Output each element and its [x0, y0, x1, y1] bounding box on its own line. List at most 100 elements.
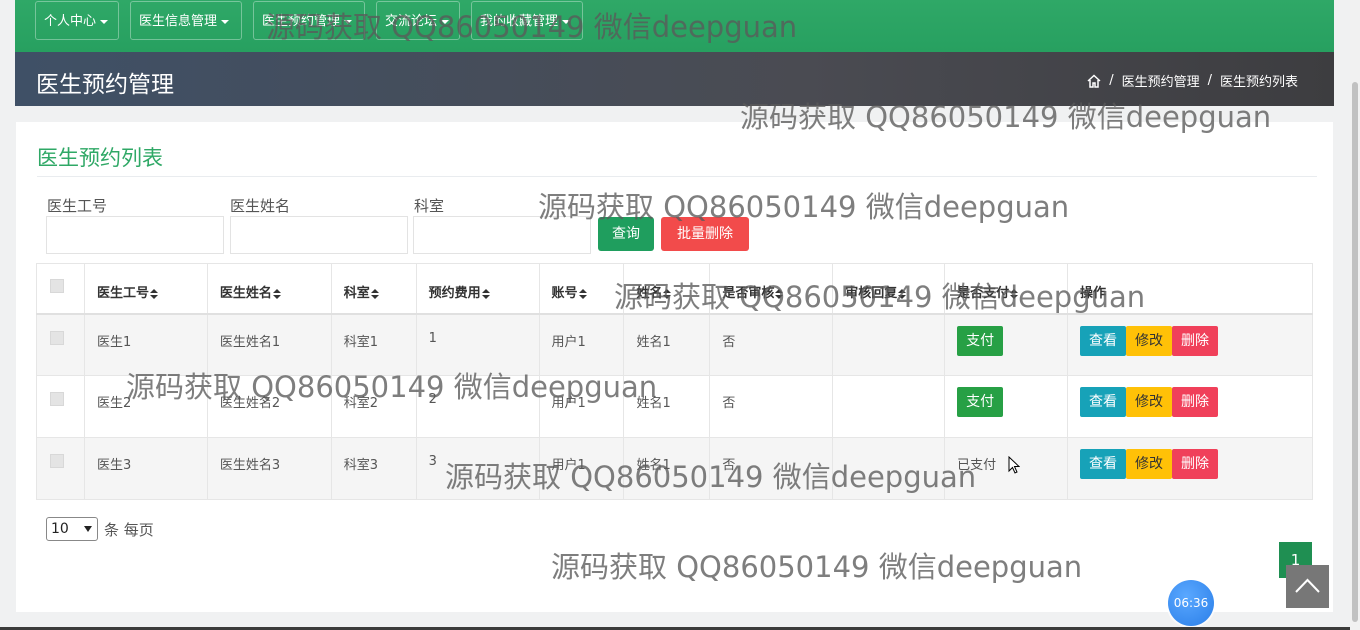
delete-button[interactable]: 删除 [1172, 325, 1219, 356]
cell-paid: 已支付 [944, 437, 1069, 500]
sort-icon [1010, 288, 1019, 299]
nav-item-doctor-info[interactable]: 医生信息管理 [130, 1, 242, 40]
cell-doctor-name: 医生姓名2 [206, 375, 332, 438]
breadcrumb-level2: 医生预约列表 [1219, 75, 1298, 90]
cell-doctor-name: 医生姓名3 [206, 437, 332, 500]
paid-status-text: 已支付 [957, 458, 997, 473]
row-select-cell [36, 313, 85, 376]
table-row: 医生3 医生姓名3 科室3 3 用户1 姓名1 否 已支付 查看 修改 删除 [36, 437, 1313, 500]
page-size-control: 10 条 每页 [46, 517, 154, 541]
cell-actions: 查看 修改 删除 [1067, 437, 1313, 500]
cell-reply [832, 437, 946, 500]
divider [37, 176, 1317, 177]
pay-button[interactable]: 支付 [957, 387, 1004, 417]
sort-icon [578, 288, 587, 299]
top-nav: 个人中心 医生信息管理 医生预约管理 交流论坛 我的收藏管理 [15, 0, 1334, 52]
edit-button[interactable]: 修改 [1126, 325, 1173, 356]
cell-department: 科室3 [330, 437, 417, 500]
nav-item-label: 个人中心 [44, 14, 97, 29]
page-header: 医生预约管理 / 医生预约管理 / 医生预约列表 [15, 52, 1334, 106]
breadcrumb-separator: / [1207, 73, 1212, 88]
doctor-name-input[interactable] [230, 216, 408, 254]
column-header[interactable]: 预约费用 [415, 263, 540, 315]
column-header[interactable]: 医生工号 [83, 263, 208, 315]
filter-label-department: 科室 [414, 197, 445, 215]
breadcrumb-level1[interactable]: 医生预约管理 [1122, 71, 1200, 90]
cell-account: 用户1 [538, 375, 625, 438]
nav-item-forum[interactable]: 交流论坛 [376, 1, 460, 40]
chevron-down-icon [344, 19, 353, 24]
cell-doctor-id: 医生2 [83, 375, 208, 438]
chevron-down-icon [562, 19, 571, 24]
doctor-id-input[interactable] [46, 216, 224, 254]
row-checkbox[interactable] [50, 330, 64, 345]
column-header[interactable]: 医生姓名 [206, 263, 332, 315]
cell-department: 科室2 [330, 375, 417, 438]
column-header[interactable]: 科室 [330, 263, 417, 315]
table-row: 医生2 医生姓名2 科室2 2 用户1 姓名1 否 支付 查看 修改 删除 [36, 375, 1313, 438]
cell-account: 用户1 [538, 437, 625, 500]
column-header[interactable]: 姓名 [623, 263, 711, 315]
select-all-checkbox[interactable] [50, 279, 64, 293]
cell-reply [832, 375, 946, 438]
row-checkbox[interactable] [50, 392, 64, 406]
page-size-select[interactable]: 10 [46, 517, 98, 541]
column-header[interactable]: 账号 [538, 263, 625, 315]
cell-reviewed: 否 [709, 437, 834, 500]
nav-item-appointment[interactable]: 医生预约管理 [253, 1, 365, 40]
cell-actions: 查看 修改 删除 [1067, 313, 1313, 376]
breadcrumb-separator: / [1109, 73, 1114, 88]
column-header[interactable]: 审核回复 [832, 263, 946, 315]
card-title: 医生预约列表 [37, 146, 163, 170]
table-header-row: 医生工号 医生姓名 科室 预约费用 账号 姓名 是否审核 审核回复 是否支付 操… [36, 263, 1313, 315]
edit-button[interactable]: 修改 [1126, 449, 1173, 479]
back-to-top-button[interactable] [1286, 565, 1329, 608]
row-select-cell [36, 375, 85, 438]
filter-label-doctor-name: 医生姓名 [230, 197, 291, 215]
department-input[interactable] [413, 216, 591, 254]
home-icon[interactable] [1087, 73, 1101, 88]
sort-icon [370, 288, 379, 299]
cell-doctor-id: 医生1 [83, 313, 208, 376]
view-button[interactable]: 查看 [1080, 449, 1127, 479]
query-button[interactable]: 查询 [598, 217, 654, 251]
cell-doctor-id: 医生3 [83, 437, 208, 500]
view-button[interactable]: 查看 [1080, 325, 1127, 356]
delete-button[interactable]: 删除 [1172, 387, 1219, 417]
cell-name: 姓名1 [623, 437, 711, 500]
nav-item-personal-center[interactable]: 个人中心 [35, 1, 119, 40]
scrollbar[interactable] [1350, 0, 1360, 630]
edit-button[interactable]: 修改 [1126, 387, 1173, 417]
nav-item-label: 医生预约管理 [262, 14, 341, 29]
column-header[interactable]: 是否支付 [944, 263, 1069, 315]
nav-item-label: 我的收藏管理 [480, 14, 559, 29]
bulk-delete-button[interactable]: 批量删除 [661, 217, 749, 251]
cell-reply [832, 313, 946, 376]
scrollbar-thumb[interactable] [1352, 82, 1358, 622]
cell-account: 用户1 [538, 313, 625, 376]
sort-icon [149, 288, 158, 299]
cell-reviewed: 否 [709, 313, 834, 376]
column-header[interactable]: 是否审核 [709, 263, 834, 315]
nav-item-favorites[interactable]: 我的收藏管理 [471, 1, 583, 40]
sort-icon [663, 288, 672, 299]
time-bubble: 06:36 [1168, 580, 1214, 626]
cell-paid: 支付 [944, 313, 1069, 376]
chevron-up-icon [1295, 578, 1320, 593]
cell-actions: 查看 修改 删除 [1067, 375, 1313, 438]
row-checkbox[interactable] [50, 454, 64, 468]
per-page-label: 条 每页 [104, 520, 154, 539]
cell-fee: 2 [415, 375, 540, 438]
select-all-cell [36, 263, 85, 315]
table-row: 医生1 医生姓名1 科室1 1 用户1 姓名1 否 支付 查看 修改 删除 [36, 313, 1313, 376]
chevron-down-icon [221, 19, 230, 24]
pay-button[interactable]: 支付 [957, 325, 1004, 356]
breadcrumb: / 医生预约管理 / 医生预约列表 [1087, 71, 1298, 90]
appointment-table: 医生工号 医生姓名 科室 预约费用 账号 姓名 是否审核 审核回复 是否支付 操… [36, 263, 1313, 500]
nav-item-label: 交流论坛 [385, 14, 438, 29]
delete-button[interactable]: 删除 [1172, 449, 1219, 479]
sort-icon [775, 288, 784, 299]
cell-name: 姓名1 [623, 375, 711, 438]
main-card: 医生预约列表 医生工号 医生姓名 科室 查询 批量删除 医生工号 医生姓名 科室… [16, 122, 1333, 612]
view-button[interactable]: 查看 [1080, 387, 1127, 417]
